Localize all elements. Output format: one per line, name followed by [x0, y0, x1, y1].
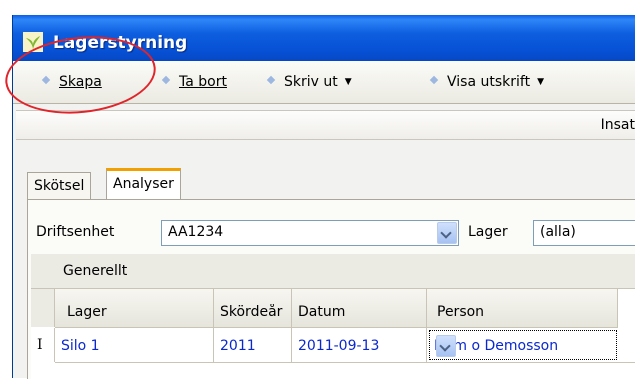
row-marker[interactable]: I — [31, 328, 55, 362]
storage-select[interactable]: (alla) — [533, 220, 635, 246]
bullet-icon — [41, 75, 51, 85]
dropdown-arrow-icon[interactable] — [436, 335, 456, 357]
bullet-icon — [161, 75, 171, 85]
bullet-icon — [429, 75, 439, 85]
toolbar: Skapa Ta bort Skriv ut ▼ Visa utskrift ▼ — [13, 61, 635, 104]
delete-button[interactable]: Ta bort — [161, 73, 227, 91]
caret-down-icon: ▼ — [537, 77, 544, 87]
column-header-year[interactable]: Skördeår — [214, 289, 292, 328]
info-strip: Insat — [16, 110, 635, 140]
data-grid: Generellt Lager Skördeår Datum Person I … — [31, 254, 635, 379]
print-button[interactable]: Skriv ut ▼ — [266, 73, 352, 91]
column-header-lager[interactable]: Lager — [55, 289, 214, 328]
tab-skotsel[interactable]: Skötsel — [27, 172, 92, 199]
cell-year[interactable]: 2011 — [214, 328, 292, 362]
column-header-person[interactable]: Person — [427, 289, 618, 328]
window-title: Lagerstyrning — [53, 33, 188, 53]
strip-label: Insat — [600, 117, 635, 133]
unit-label: Driftsenhet — [36, 224, 115, 240]
leaf-app-icon — [23, 32, 43, 52]
row-selector-header — [31, 289, 55, 327]
title-bar: Lagerstyrning — [13, 15, 635, 61]
group-header: Generellt — [31, 254, 635, 289]
unit-select[interactable]: AA1234 — [161, 220, 459, 246]
storage-label: Lager — [468, 224, 508, 240]
cell-person-select[interactable]: Dem o Demosson — [429, 330, 617, 360]
bullet-icon — [266, 75, 276, 85]
dropdown-arrow-icon[interactable] — [437, 222, 457, 244]
cell-date[interactable]: 2011-09-13 — [292, 328, 427, 362]
column-header-date[interactable]: Datum — [292, 289, 427, 328]
table-row[interactable]: Silo 1 2011 2011-09-13 Dem o Demosson — [55, 328, 635, 363]
analyser-panel: Driftsenhet AA1234 Lager (alla) Generell… — [27, 199, 635, 379]
create-button[interactable]: Skapa — [41, 73, 102, 91]
show-print-button[interactable]: Visa utskrift ▼ — [429, 73, 544, 91]
cell-lager[interactable]: Silo 1 — [55, 328, 214, 362]
caret-down-icon: ▼ — [344, 77, 352, 87]
tab-analyser[interactable]: Analyser — [106, 168, 181, 201]
